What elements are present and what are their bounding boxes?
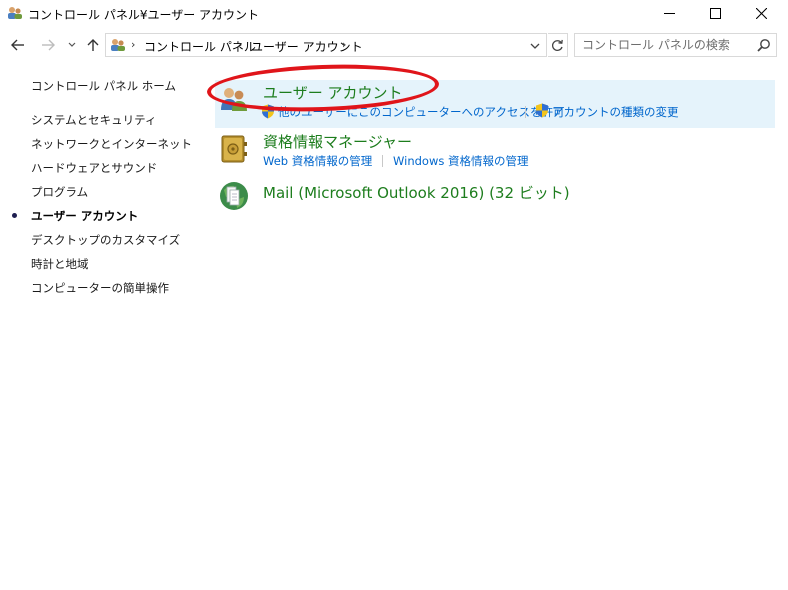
category-credential-manager[interactable]: 資格情報マネージャー Web 資格情報の管理 Windows 資格情報の管理 <box>215 130 775 172</box>
category-user-accounts[interactable]: ユーザー アカウント 他のユーザーにこのコンピューターへのアクセスを許可 アカウ… <box>215 80 775 128</box>
category-title-user-accounts[interactable]: ユーザー アカウント <box>263 82 402 103</box>
task-allow-other-users[interactable]: 他のユーザーにこのコンピューターへのアクセスを許可 <box>278 104 564 120</box>
breadcrumb-separator[interactable]: › <box>238 38 242 51</box>
uac-shield-icon <box>536 103 548 118</box>
search-input[interactable] <box>575 34 750 56</box>
maximize-button[interactable] <box>692 0 738 27</box>
chevron-down-icon[interactable] <box>528 40 542 52</box>
minimize-button[interactable] <box>646 0 692 27</box>
mail-icon <box>220 182 248 210</box>
category-mail[interactable]: Mail (Microsoft Outlook 2016) (32 ビット) <box>215 178 775 218</box>
task-separator <box>525 106 526 118</box>
control-panel-users-icon <box>8 7 22 19</box>
refresh-icon <box>551 39 563 51</box>
back-button[interactable] <box>6 34 30 56</box>
address-bar[interactable]: › コントロール パネル › ユーザー アカウント › <box>105 33 547 57</box>
category-title-mail[interactable]: Mail (Microsoft Outlook 2016) (32 ビット) <box>263 182 570 203</box>
recent-locations-button[interactable] <box>64 34 80 56</box>
close-icon <box>755 8 767 19</box>
sidebar-item-clock-region[interactable]: 時計と地域 <box>31 256 89 272</box>
breadcrumb-separator[interactable]: › <box>342 38 346 51</box>
chevron-down-icon <box>68 42 76 47</box>
maximize-icon <box>709 8 721 19</box>
breadcrumb-separator[interactable]: › <box>131 38 135 51</box>
up-arrow-icon <box>87 39 99 51</box>
task-manage-windows-credentials[interactable]: Windows 資格情報の管理 <box>393 153 529 169</box>
back-arrow-icon <box>11 39 24 51</box>
sidebar-item-hardware-sound[interactable]: ハードウェアとサウンド <box>31 160 157 176</box>
task-separator <box>382 155 383 167</box>
category-title-credential-manager[interactable]: 資格情報マネージャー <box>263 131 412 152</box>
navigation-bar: › コントロール パネル › ユーザー アカウント › <box>0 30 788 60</box>
up-button[interactable] <box>82 34 104 56</box>
forward-arrow-icon <box>42 39 55 51</box>
sidebar-item-appearance[interactable]: デスクトップのカスタマイズ <box>31 232 180 248</box>
title-bar: コントロール パネル¥ユーザー アカウント <box>0 0 788 27</box>
window-title: コントロール パネル¥ユーザー アカウント <box>28 8 260 22</box>
refresh-button[interactable] <box>548 33 568 57</box>
forward-button[interactable] <box>36 34 60 56</box>
search-icon[interactable] <box>757 38 771 52</box>
control-panel-users-icon <box>111 39 125 51</box>
minimize-icon <box>663 13 675 14</box>
uac-shield-icon <box>262 104 274 119</box>
sidebar-item-ease-of-access[interactable]: コンピューターの簡単操作 <box>31 280 169 296</box>
task-change-account-type[interactable]: アカウントの種類の変更 <box>552 104 679 120</box>
sidebar-item-system-security[interactable]: システムとセキュリティ <box>31 112 156 128</box>
search-box[interactable] <box>574 33 777 57</box>
task-manage-web-credentials[interactable]: Web 資格情報の管理 <box>263 153 372 169</box>
active-indicator-bullet <box>12 213 17 218</box>
sidebar-item-network-internet[interactable]: ネットワークとインターネット <box>31 136 192 152</box>
sidebar-item-control-panel-home[interactable]: コントロール パネル ホーム <box>31 78 176 94</box>
sidebar-item-user-accounts[interactable]: ユーザー アカウント <box>31 208 138 224</box>
credential-manager-icon <box>221 135 247 163</box>
user-accounts-icon <box>221 88 247 111</box>
close-button[interactable] <box>738 0 784 27</box>
sidebar-item-programs[interactable]: プログラム <box>31 184 88 200</box>
